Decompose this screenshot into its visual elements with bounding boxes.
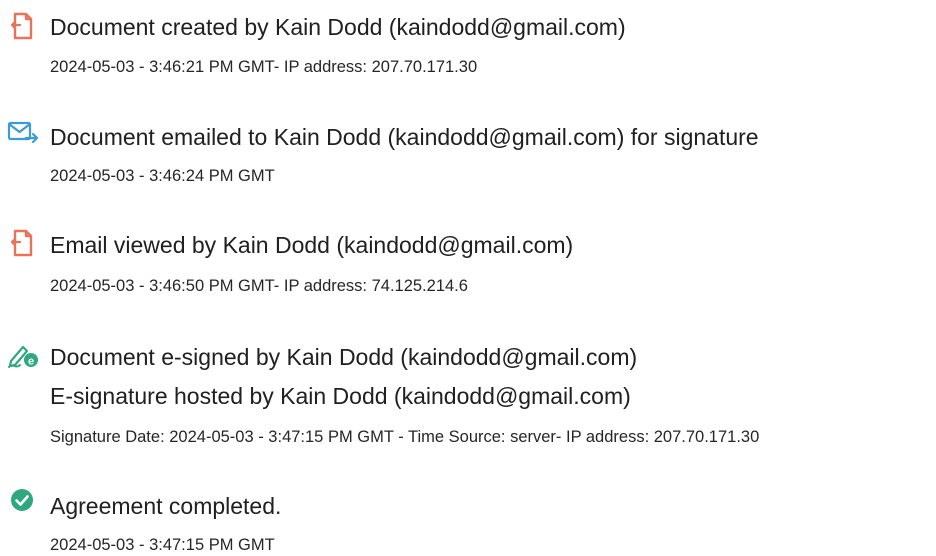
checkmark-circle-icon bbox=[6, 486, 38, 518]
event-detail: 2024-05-03 - 3:46:24 PM GMT bbox=[50, 167, 275, 185]
event-title: Document e-signed by Kain Dodd (kaindodd… bbox=[50, 344, 638, 370]
event-title-secondary: E-signature hosted by Kain Dodd (kaindod… bbox=[50, 383, 631, 409]
event-detail: 2024-05-03 - 3:46:50 PM GMT- IP address:… bbox=[50, 277, 468, 295]
document-created-icon bbox=[6, 10, 38, 42]
event-detail: Signature Date: 2024-05-03 - 3:47:15 PM … bbox=[50, 428, 760, 446]
event-title: Agreement completed. bbox=[50, 493, 282, 519]
event-title: Email viewed by Kain Dodd (kaindodd@gmai… bbox=[50, 232, 574, 258]
event-detail: 2024-05-03 - 3:46:21 PM GMT- IP address:… bbox=[50, 58, 478, 76]
event-detail: 2024-05-03 - 3:47:15 PM GMT bbox=[50, 536, 275, 554]
event-title: Document emailed to Kain Dodd (kaindodd@… bbox=[50, 124, 759, 150]
event-title: Document created by Kain Dodd (kaindodd@… bbox=[50, 14, 626, 40]
email-sent-icon bbox=[6, 116, 39, 148]
document-viewed-icon bbox=[6, 227, 38, 259]
e-sign-pen-icon: e bbox=[6, 339, 38, 371]
svg-text:e: e bbox=[28, 356, 34, 368]
